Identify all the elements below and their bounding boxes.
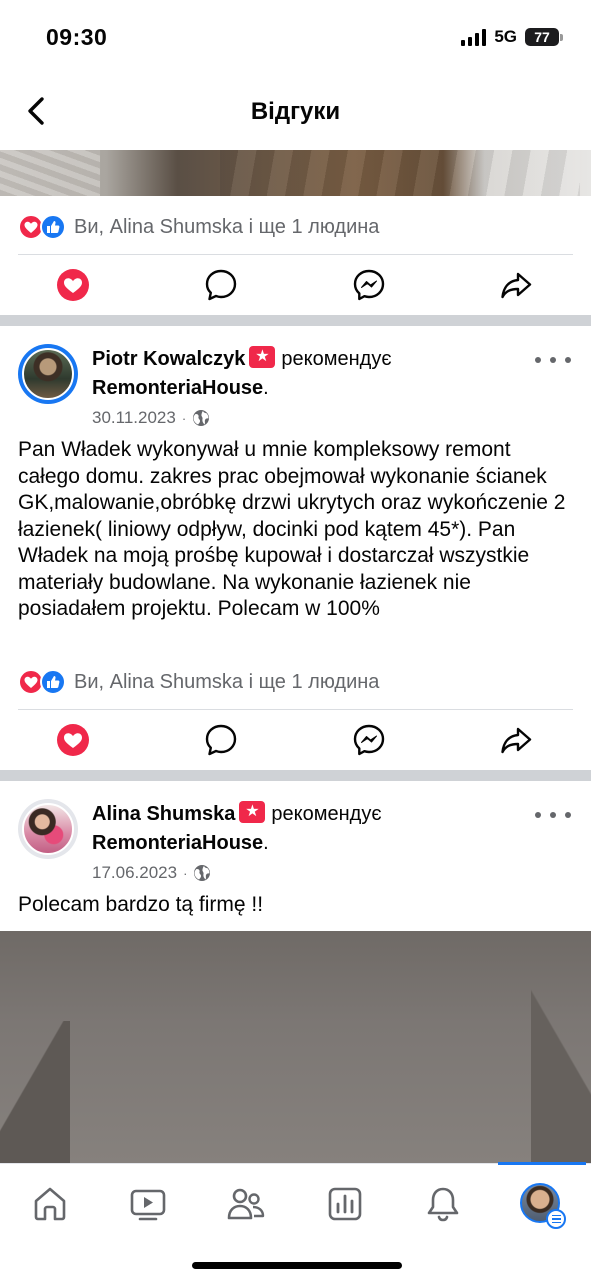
more-options-button[interactable] [535,805,571,825]
like-reaction-icon [40,214,66,240]
comment-button[interactable] [191,255,251,315]
nav-video[interactable] [126,1182,170,1226]
love-button[interactable] [43,255,103,315]
action-text: рекомендує [281,348,392,370]
punct: . [263,832,269,854]
battery-icon: 77 [525,28,563,46]
post-photo[interactable] [0,931,591,1163]
avatar-photo [22,803,74,855]
post-text: Polecam bardzo tą firmę !! [18,893,264,916]
recommend-star-icon [239,801,266,823]
page-name[interactable]: RemonteriaHouse [92,832,263,854]
video-icon [130,1189,166,1221]
action-text: рекомендує [271,803,382,825]
post-actions [0,710,591,770]
more-options-button[interactable] [535,350,571,370]
comment-button[interactable] [191,710,251,770]
love-button[interactable] [43,710,103,770]
post-date[interactable]: 17.06.2023 [92,863,177,883]
nav-notifications[interactable] [421,1182,465,1226]
reactions-summary[interactable]: Ви, Alina Shumska і ще 1 людина [18,667,379,697]
avatar[interactable] [18,799,78,859]
globe-icon [193,410,210,426]
share-icon [501,727,532,754]
nav-dashboard[interactable] [323,1182,367,1226]
author-name[interactable]: Alina Shumska [92,803,235,825]
battery-level: 77 [525,28,559,46]
menu-badge-icon [546,1209,566,1229]
nav-friends[interactable] [224,1182,268,1226]
network-type: 5G [494,27,517,46]
post-meta: 17.06.2023 · [92,863,211,883]
messenger-icon [353,269,385,301]
status-bar: 09:30 5G 77 [0,0,591,75]
like-reaction-icon [40,669,66,695]
post-text: Pan Władek wykonywał u mnie kompleksowy … [18,438,566,620]
post-header-text: Alina Shumska рекомендує RemonteriaHouse. [92,800,492,858]
page-title: Відгуки [250,98,341,125]
author-name[interactable]: Piotr Kowalczyk [92,348,245,370]
comment-icon [205,269,237,301]
friends-icon [227,1188,265,1220]
home-indicator [192,1262,402,1269]
messenger-icon [353,724,385,756]
post-meta: 30.11.2023 · [92,408,210,428]
love-icon [57,724,89,756]
messenger-button[interactable] [339,710,399,770]
profile-menu-icon [520,1183,566,1229]
globe-icon [194,865,211,881]
post-header-text: Piotr Kowalczyk рекомендує RemonteriaHous… [92,345,492,403]
signal-icon [461,28,487,46]
home-icon [34,1187,66,1221]
avatar-photo [22,348,74,400]
header: Відгуки [0,75,591,147]
punct: . [263,377,269,399]
post-photo[interactable] [0,150,591,196]
active-tab-indicator [498,1162,586,1165]
share-icon [501,272,532,299]
nav-home[interactable] [28,1182,72,1226]
reactions-summary[interactable]: Ви, Alina Shumska і ще 1 людина [18,212,379,242]
feed-separator [0,315,591,326]
love-icon [57,269,89,301]
post-actions [0,255,591,315]
post-date[interactable]: 30.11.2023 [92,408,176,428]
feed-separator [0,770,591,781]
comment-icon [205,724,237,756]
status-indicators: 5G 77 [461,27,563,47]
avatar[interactable] [18,344,78,404]
dashboard-icon [328,1187,362,1221]
share-button[interactable] [486,710,546,770]
reactions-text: Ви, Alina Shumska і ще 1 людина [74,215,380,238]
share-button[interactable] [486,255,546,315]
messenger-button[interactable] [339,255,399,315]
page-name[interactable]: RemonteriaHouse [92,377,263,399]
nav-profile-menu[interactable] [519,1182,566,1229]
status-time: 09:30 [46,24,108,50]
reactions-text: Ви, Alina Shumska і ще 1 людина [74,670,380,693]
recommend-star-icon [249,346,276,368]
notifications-icon [427,1187,459,1222]
